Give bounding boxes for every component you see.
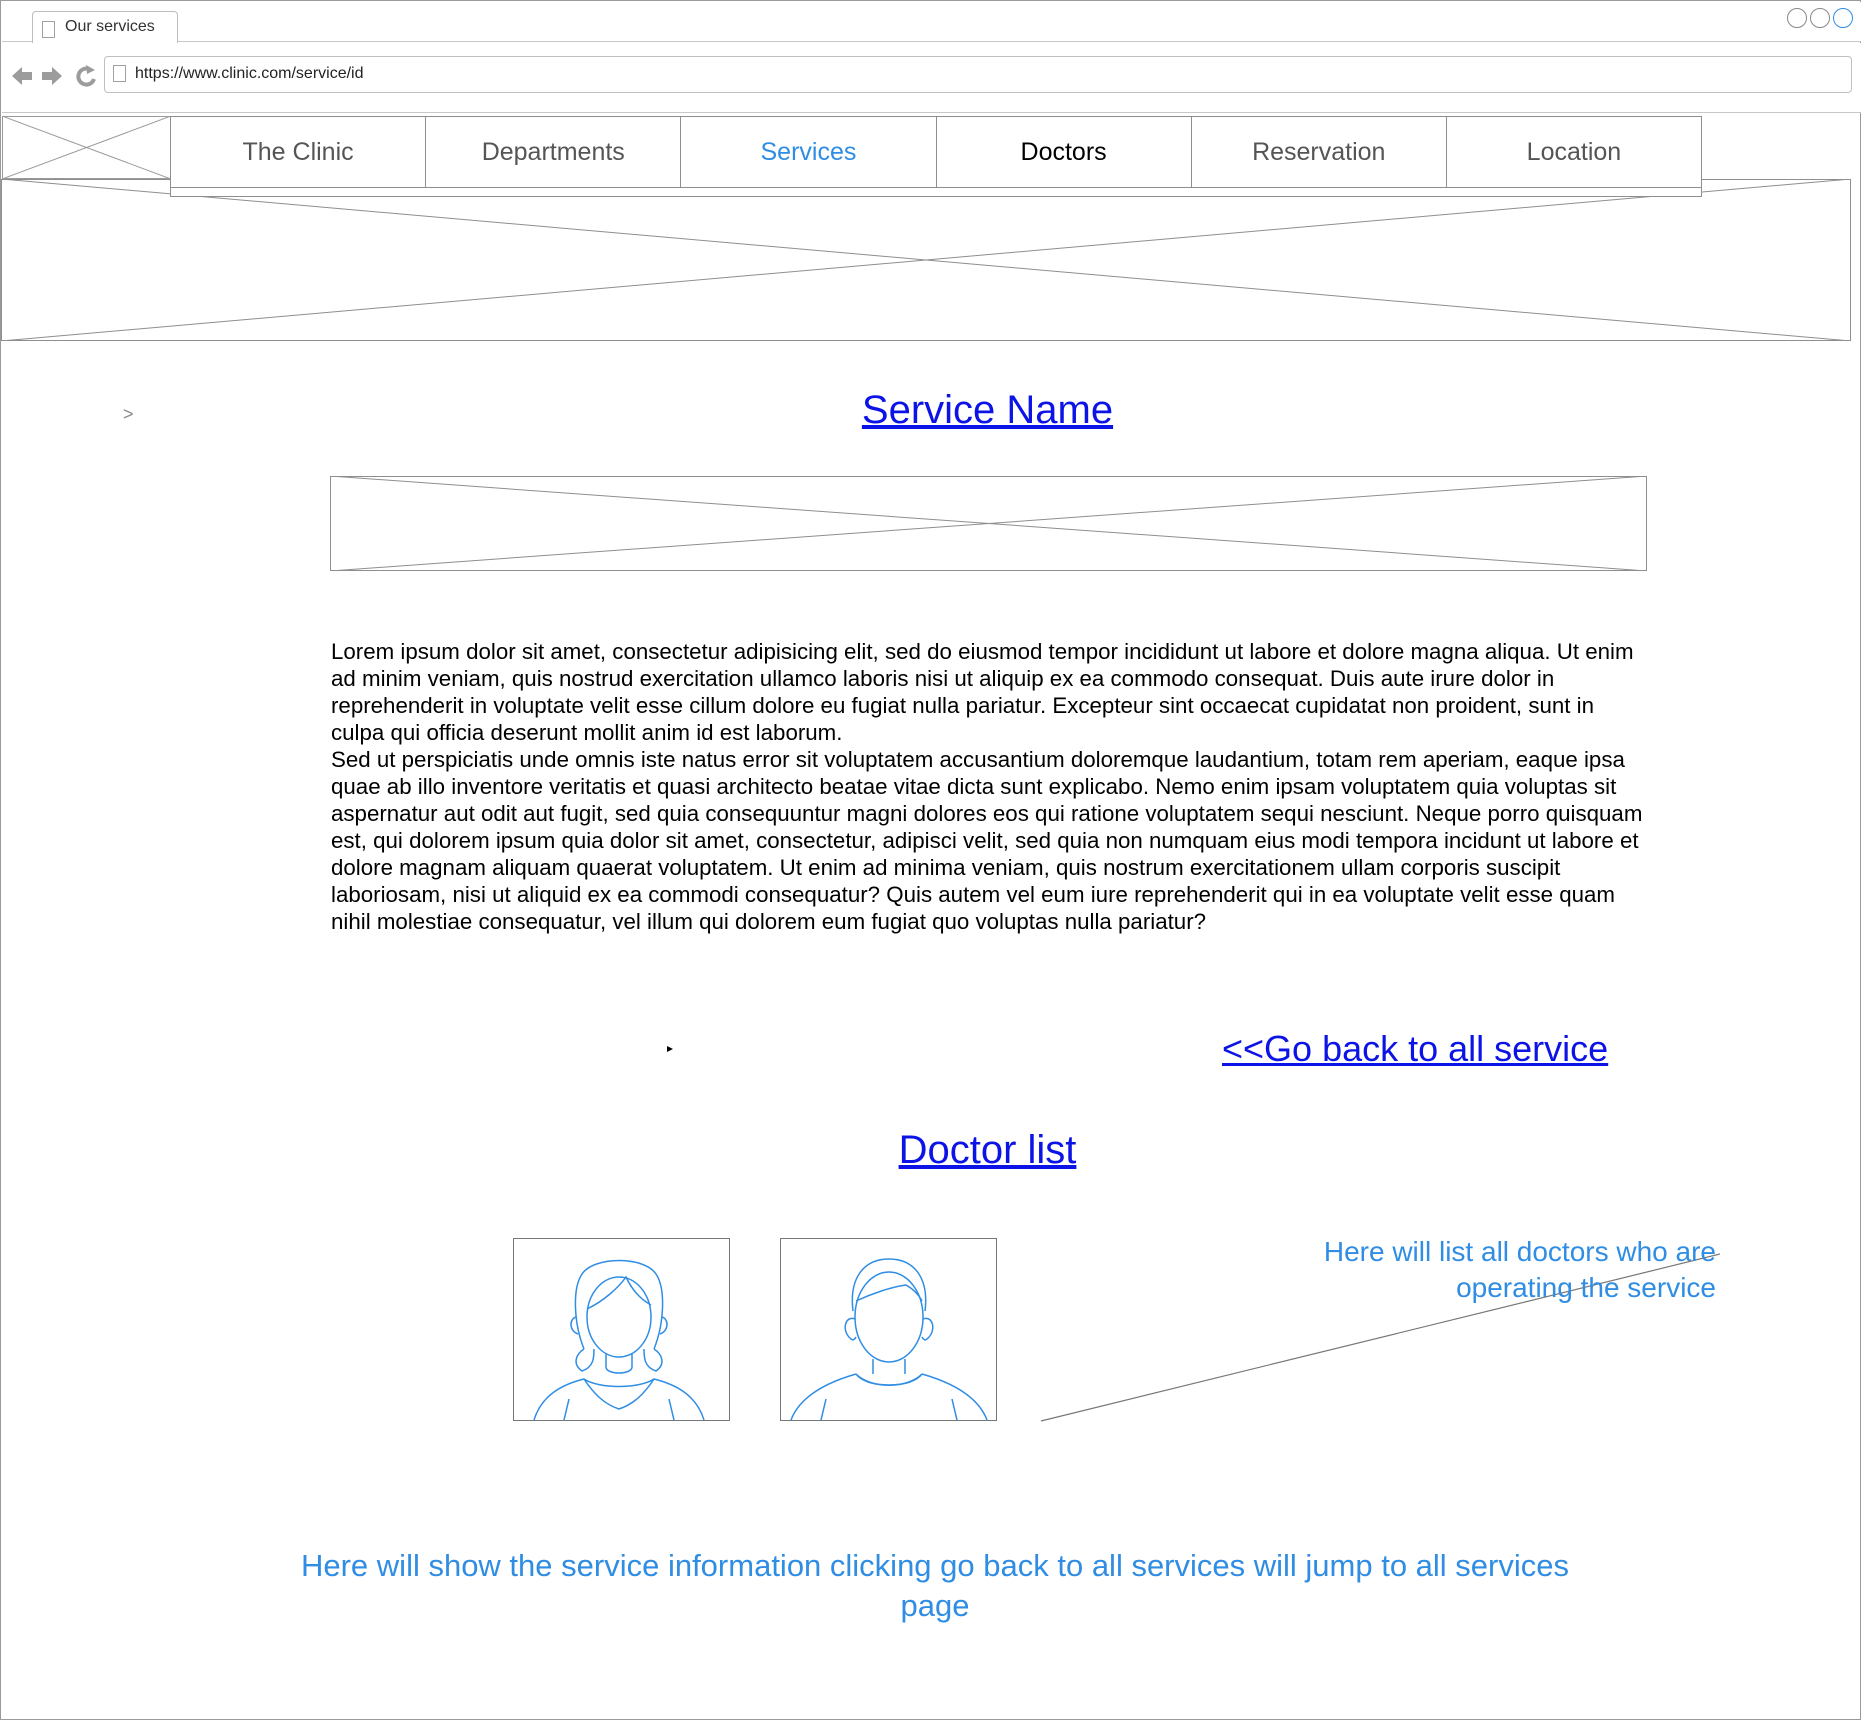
play-marker-icon [667, 1046, 673, 1052]
back-icon[interactable] [12, 67, 32, 85]
menu-dropdown-edge [170, 188, 1702, 197]
description-paragraph: Lorem ipsum dolor sit amet, consectetur … [331, 639, 1634, 745]
address-bar: https://www.clinic.com/service/id [2, 43, 1861, 113]
menu-item-departments[interactable]: Departments [426, 117, 682, 187]
service-description: Lorem ipsum dolor sit amet, consectetur … [331, 638, 1651, 935]
hero-banner-placeholder [1, 179, 1851, 341]
service-image-placeholder [330, 476, 1647, 571]
menu-item-doctors[interactable]: Doctors [937, 117, 1192, 187]
page-annotation: Here will show the service information c… [300, 1548, 1570, 1623]
menu-item-the-clinic[interactable]: The Clinic [171, 117, 427, 187]
doctors-annotation: Here will list all doctors who are opera… [1323, 1236, 1716, 1303]
menu-item-services[interactable]: Services [681, 117, 937, 187]
description-paragraph: Sed ut perspiciatis unde omnis iste natu… [331, 747, 1643, 934]
minimize-button[interactable] [1787, 8, 1807, 28]
menu-item-location[interactable]: Location [1447, 117, 1701, 187]
navigation-buttons [12, 65, 96, 87]
page-icon [113, 65, 126, 82]
back-to-services-link[interactable]: <<Go back to all service [1222, 1028, 1608, 1070]
close-button[interactable] [1833, 8, 1853, 28]
browser-tab[interactable]: Our services [32, 11, 178, 44]
reload-icon[interactable] [76, 65, 96, 87]
url-text: https://www.clinic.com/service/id [135, 65, 364, 82]
doctor-list-title[interactable]: Doctor list [0, 1128, 1861, 1173]
tab-bar: Our services [2, 2, 1861, 44]
page-icon [42, 21, 55, 38]
forward-icon[interactable] [42, 67, 62, 85]
doctor-card[interactable] [513, 1238, 730, 1421]
maximize-button[interactable] [1810, 8, 1830, 28]
female-avatar-icon [533, 1259, 705, 1420]
url-field[interactable]: https://www.clinic.com/service/id [104, 56, 1852, 93]
male-avatar-icon [790, 1258, 988, 1420]
main-menu: The Clinic Departments Services Doctors … [170, 116, 1702, 188]
doctor-card[interactable] [780, 1238, 997, 1421]
menu-item-reservation[interactable]: Reservation [1192, 117, 1447, 187]
logo-placeholder[interactable] [2, 116, 171, 179]
tab-title: Our services [65, 18, 155, 35]
service-title[interactable]: Service Name [0, 388, 1861, 433]
